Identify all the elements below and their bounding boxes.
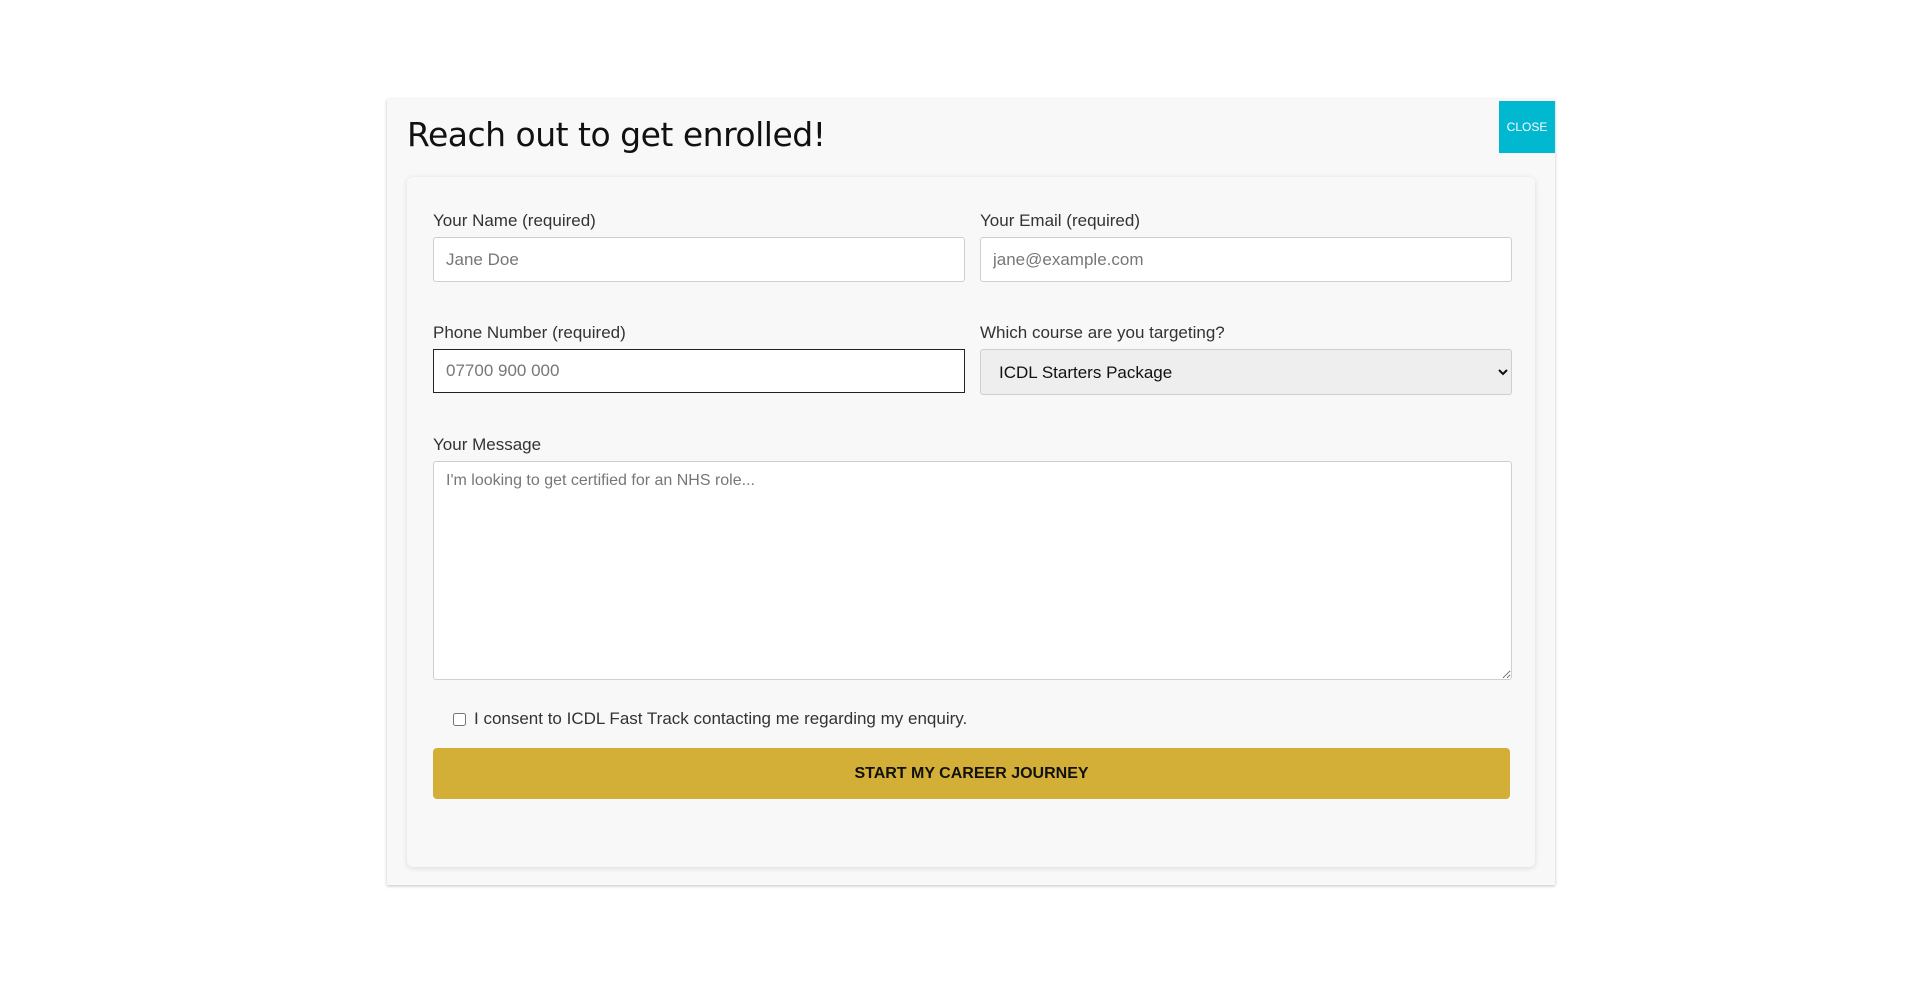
consent-label[interactable]: I consent to ICDL Fast Track contacting … [474,709,967,729]
enquiry-form: Your Name (required) Your Email (require… [407,177,1535,867]
course-field-label: Which course are you targeting? [980,323,1225,342]
course-select[interactable]: ICDL Starters Package [980,349,1512,395]
submit-button[interactable]: START MY CAREER JOURNEY [433,748,1510,799]
close-button[interactable]: CLOSE [1499,101,1555,153]
email-field-label: Your Email (required) [980,211,1140,230]
phone-field-label: Phone Number (required) [433,323,626,342]
name-field-label: Your Name (required) [433,211,596,230]
enrollment-modal: Reach out to get enrolled! CLOSE Your Na… [387,99,1555,885]
modal-title: Reach out to get enrolled! [407,115,826,154]
consent-row: I consent to ICDL Fast Track contacting … [453,709,967,729]
consent-checkbox[interactable] [453,712,466,726]
message-field-label: Your Message [433,435,542,454]
phone-input[interactable] [433,349,965,393]
message-textarea[interactable] [433,461,1512,680]
name-input[interactable] [433,237,965,282]
email-input[interactable] [980,237,1512,282]
